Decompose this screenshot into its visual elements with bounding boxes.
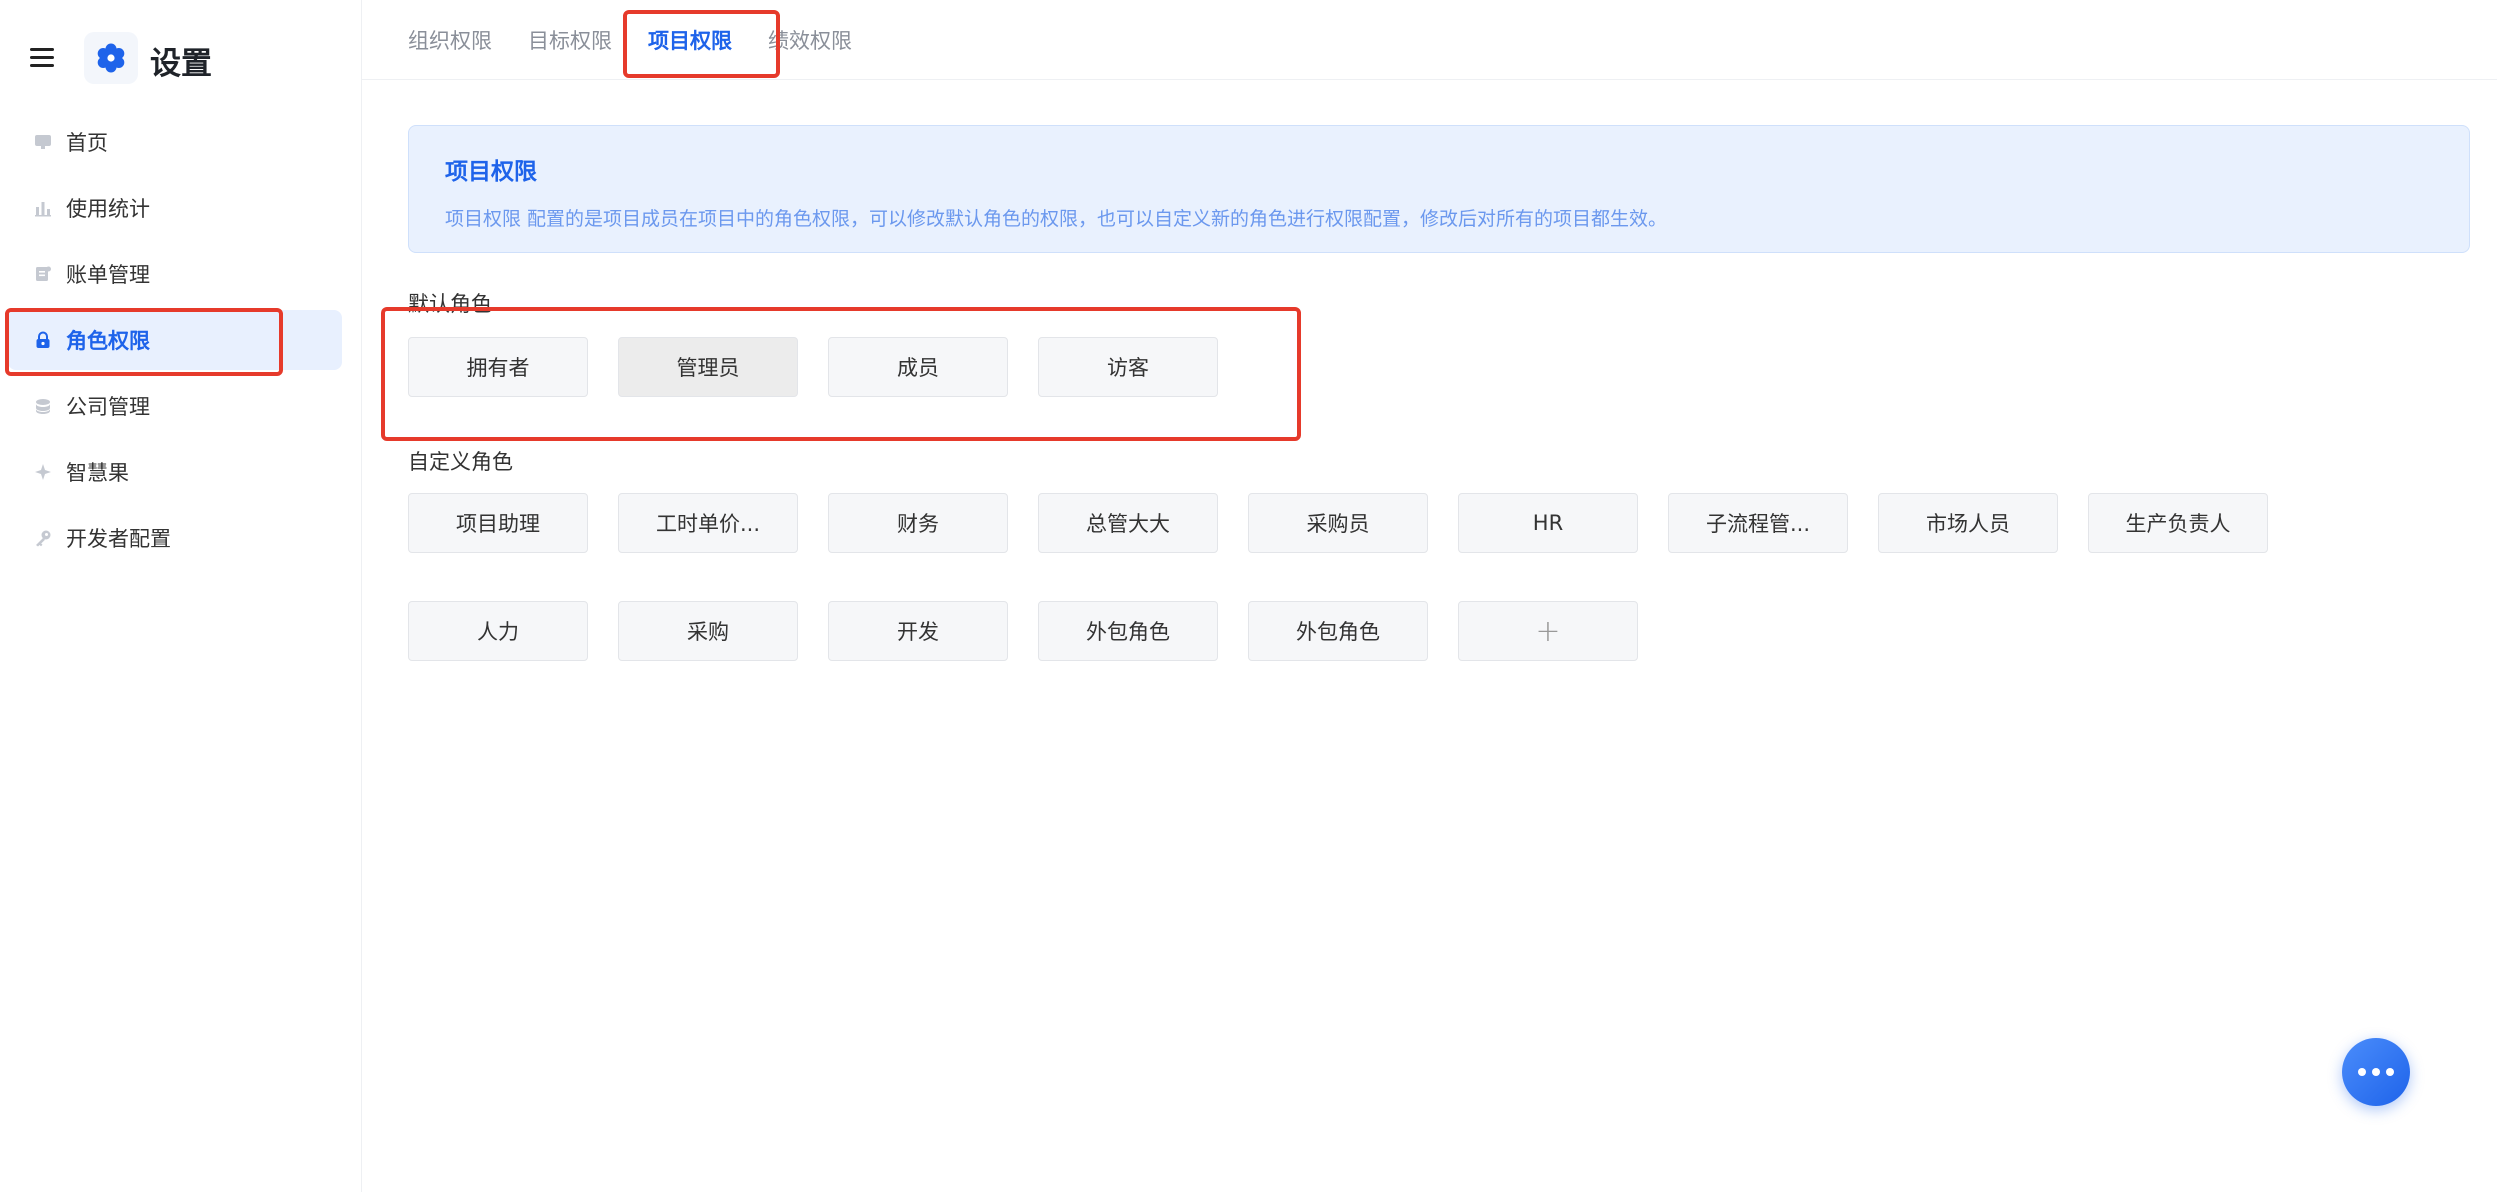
- settings-logo: [84, 32, 138, 84]
- role-guest-button[interactable]: 访客: [1038, 337, 1218, 397]
- custom-role-button[interactable]: 采购员: [1248, 493, 1428, 553]
- lock-icon: [32, 329, 54, 351]
- custom-role-button[interactable]: 人力: [408, 601, 588, 661]
- tab-org-permissions[interactable]: 组织权限: [408, 25, 492, 55]
- custom-role-button[interactable]: 外包角色: [1248, 601, 1428, 661]
- permission-tabs: 组织权限 目标权限 项目权限 绩效权限: [362, 0, 2497, 80]
- tab-performance-permissions[interactable]: 绩效权限: [768, 25, 852, 55]
- custom-role-button[interactable]: HR: [1458, 493, 1638, 553]
- company-icon: [32, 395, 54, 417]
- sidebar-item-label: 账单管理: [66, 263, 150, 287]
- more-options-button[interactable]: [2342, 1038, 2410, 1106]
- custom-role-button[interactable]: 财务: [828, 493, 1008, 553]
- sidebar-item-label: 公司管理: [66, 395, 150, 419]
- role-admin-button[interactable]: 管理员: [618, 337, 798, 397]
- custom-role-button[interactable]: 子流程管...: [1668, 493, 1848, 553]
- bill-icon: [32, 263, 54, 285]
- sidebar-item-billing[interactable]: 账单管理: [8, 244, 342, 304]
- app-title: 设置: [150, 46, 212, 82]
- sidebar-nav: 首页 使用统计 账单管理 角色权限 公司管理 智慧果 开发者配置: [0, 112, 362, 574]
- default-roles-label: 默认角色: [408, 292, 492, 316]
- custom-role-button[interactable]: 市场人员: [1878, 493, 2058, 553]
- custom-role-button[interactable]: 项目助理: [408, 493, 588, 553]
- sidebar-item-usage-stats[interactable]: 使用统计: [8, 178, 342, 238]
- add-custom-role-button[interactable]: +: [1458, 601, 1638, 661]
- bar-chart-icon: [32, 197, 54, 219]
- sparkle-icon: [32, 461, 54, 483]
- custom-role-button[interactable]: 生产负责人: [2088, 493, 2268, 553]
- dot-icon: [2386, 1068, 2394, 1076]
- banner-title: 项目权限: [445, 159, 537, 185]
- sidebar-item-company[interactable]: 公司管理: [8, 376, 342, 436]
- banner-description: 项目权限 配置的是项目成员在项目中的角色权限，可以修改默认角色的权限，也可以自定…: [445, 208, 1668, 230]
- custom-role-button[interactable]: 工时单价...: [618, 493, 798, 553]
- sidebar-item-label: 开发者配置: [66, 527, 171, 551]
- custom-role-button[interactable]: 开发: [828, 601, 1008, 661]
- role-member-button[interactable]: 成员: [828, 337, 1008, 397]
- sidebar-item-label: 角色权限: [66, 329, 150, 353]
- custom-roles-label: 自定义角色: [408, 450, 513, 474]
- sidebar-item-label: 使用统计: [66, 197, 150, 221]
- sidebar: 设置 首页 使用统计 账单管理 角色权限 公司管理 智慧果 开发者配置: [0, 0, 362, 1192]
- sidebar-item-home[interactable]: 首页: [8, 112, 342, 172]
- sidebar-item-developer-config[interactable]: 开发者配置: [8, 508, 342, 568]
- role-owner-button[interactable]: 拥有者: [408, 337, 588, 397]
- custom-role-button[interactable]: 采购: [618, 601, 798, 661]
- tab-goal-permissions[interactable]: 目标权限: [528, 25, 612, 55]
- gear-icon: [97, 43, 125, 73]
- hamburger-menu-icon[interactable]: [30, 46, 56, 68]
- dot-icon: [2358, 1068, 2366, 1076]
- custom-role-button[interactable]: 总管大大: [1038, 493, 1218, 553]
- dot-icon: [2372, 1068, 2380, 1076]
- info-banner: 项目权限 项目权限 配置的是项目成员在项目中的角色权限，可以修改默认角色的权限，…: [408, 125, 2470, 253]
- sidebar-item-role-permissions[interactable]: 角色权限: [8, 310, 342, 370]
- sidebar-item-smart-fruit[interactable]: 智慧果: [8, 442, 342, 502]
- key-icon: [32, 527, 54, 549]
- monitor-icon: [32, 131, 54, 153]
- custom-role-button[interactable]: 外包角色: [1038, 601, 1218, 661]
- tab-project-permissions[interactable]: 项目权限: [648, 25, 732, 55]
- sidebar-item-label: 智慧果: [66, 461, 129, 485]
- sidebar-item-label: 首页: [66, 131, 108, 155]
